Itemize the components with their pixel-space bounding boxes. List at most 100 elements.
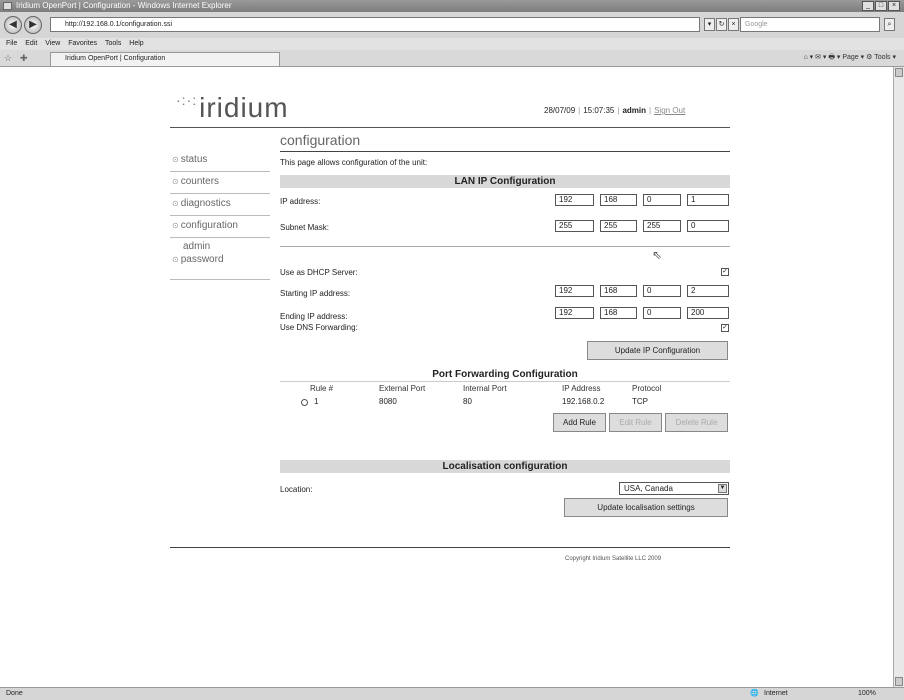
maximize-button[interactable]: □: [875, 1, 887, 11]
ip-address-label: IP address:: [280, 197, 321, 206]
menu-file[interactable]: File: [6, 40, 17, 47]
favorites-star-icon[interactable]: ☆: [4, 53, 12, 64]
sidebar-item-counters[interactable]: ⊙ counters: [170, 172, 270, 194]
session-date: 28/07/09: [544, 106, 576, 115]
add-rule-button[interactable]: Add Rule: [553, 413, 606, 432]
end-ip-octet-3[interactable]: 0: [643, 307, 681, 319]
sidebar-item-admin-password[interactable]: admin ⊙ password: [170, 238, 270, 280]
lan-divider: [280, 246, 730, 247]
start-ip-label: Starting IP address:: [280, 289, 351, 298]
bullet-icon: ⊙: [172, 221, 179, 230]
search-icon[interactable]: ⌕: [884, 18, 895, 31]
col-rule: Rule #: [310, 384, 334, 393]
update-localisation-button[interactable]: Update localisation settings: [564, 498, 728, 517]
window-title: Iridium OpenPort | Configuration - Windo…: [16, 1, 232, 10]
zoom-level[interactable]: 100%: [858, 688, 876, 700]
session-info: 28/07/09 | 15:07:35 | admin | Sign Out: [544, 106, 686, 115]
tab-configuration[interactable]: Iridium OpenPort | Configuration: [50, 52, 280, 66]
end-ip-octet-1[interactable]: 192: [555, 307, 594, 319]
col-protocol: Protocol: [632, 384, 662, 393]
scroll-down-icon[interactable]: [895, 677, 903, 686]
mask-octet-4[interactable]: 0: [687, 220, 729, 232]
cell-external-port: 8080: [379, 397, 397, 406]
cell-protocol: TCP: [632, 397, 648, 406]
mask-octet-3[interactable]: 255: [643, 220, 681, 232]
end-ip-octet-4[interactable]: 200: [687, 307, 729, 319]
rule-select-radio[interactable]: [301, 399, 308, 406]
location-label: Location:: [280, 485, 313, 494]
cell-rule: 1: [314, 397, 319, 406]
ip-octet-2[interactable]: 168: [600, 194, 637, 206]
close-window-button[interactable]: ×: [888, 1, 900, 11]
stop-icon[interactable]: ×: [728, 18, 739, 31]
edit-rule-button[interactable]: Edit Rule: [609, 413, 662, 432]
start-ip-octet-4[interactable]: 2: [687, 285, 729, 297]
session-time: 15:07:35: [583, 106, 615, 115]
mouse-cursor-icon: ⇖: [652, 248, 663, 262]
dhcp-checkbox[interactable]: ✓: [721, 268, 729, 276]
refresh-icon[interactable]: ↻: [716, 18, 727, 31]
menu-view[interactable]: View: [45, 40, 60, 47]
command-bar[interactable]: ⌂ ▾ ✉ ▾ 🖶 ▾ Page ▾ ⚙ Tools ▾: [803, 53, 896, 64]
start-ip-octet-1[interactable]: 192: [555, 285, 594, 297]
status-text: Done: [6, 690, 23, 697]
mask-octet-1[interactable]: 255: [555, 220, 594, 232]
start-ip-octet-3[interactable]: 0: [643, 285, 681, 297]
location-select[interactable]: USA, Canada ▼: [619, 482, 729, 495]
minimize-button[interactable]: _: [862, 1, 874, 11]
window-title-bar: Iridium OpenPort | Configuration - Windo…: [0, 0, 904, 12]
dns-forwarding-label: Use DNS Forwarding:: [280, 323, 358, 332]
end-ip-octet-2[interactable]: 168: [600, 307, 637, 319]
sidebar-nav: ⊙ status ⊙ counters ⊙ diagnostics ⊙ configur…: [170, 150, 270, 280]
start-ip-octet-2[interactable]: 168: [600, 285, 637, 297]
subnet-mask-label: Subnet Mask:: [280, 223, 329, 232]
ie-app-icon: [3, 2, 12, 10]
status-bar: Done 🌐 Internet 100%: [0, 687, 904, 700]
bullet-icon: ⊙: [172, 255, 179, 264]
ip-octet-3[interactable]: 0: [643, 194, 681, 206]
add-favorites-icon[interactable]: ✚: [20, 53, 28, 64]
lan-ip-heading: LAN IP Configuration: [280, 175, 730, 188]
tab-bar: ☆ ✚ Iridium OpenPort | Configuration ⌂ ▾…: [0, 50, 904, 67]
vertical-scrollbar[interactable]: [893, 67, 904, 687]
cell-internal-port: 80: [463, 397, 472, 406]
sidebar-item-diagnostics[interactable]: ⊙ diagnostics: [170, 194, 270, 216]
end-ip-label: Ending IP address:: [280, 312, 348, 321]
menu-tools[interactable]: Tools: [105, 40, 121, 47]
delete-rule-button[interactable]: Delete Rule: [665, 413, 728, 432]
chevron-down-icon[interactable]: ▼: [718, 484, 727, 493]
sign-out-link[interactable]: Sign Out: [654, 106, 685, 115]
menu-help[interactable]: Help: [129, 40, 143, 47]
footer-divider: [170, 547, 730, 548]
scroll-up-icon[interactable]: [895, 68, 903, 77]
search-input[interactable]: Google: [740, 17, 880, 32]
mask-octet-2[interactable]: 255: [600, 220, 637, 232]
logo-dots-icon: ·:·:: [176, 92, 198, 108]
url-input[interactable]: http://192.168.0.1/configuration.ssi: [50, 17, 700, 32]
address-bar-row: ◀ ▶ http://192.168.0.1/configuration.ssi…: [0, 12, 904, 38]
col-ip-address: IP Address: [562, 384, 601, 393]
dns-forwarding-checkbox[interactable]: ✓: [721, 324, 729, 332]
menu-edit[interactable]: Edit: [25, 40, 37, 47]
url-dropdown-icon[interactable]: ▾: [704, 18, 715, 31]
col-external-port: External Port: [379, 384, 426, 393]
title-divider: [280, 151, 730, 152]
internet-zone-icon: 🌐: [750, 690, 759, 697]
forward-button[interactable]: ▶: [24, 16, 42, 34]
ip-octet-1[interactable]: 192: [555, 194, 594, 206]
header-divider: [170, 127, 730, 128]
sidebar-item-configuration[interactable]: ⊙ configuration: [170, 216, 270, 238]
update-ip-button[interactable]: Update IP Configuration: [587, 341, 728, 360]
localisation-heading: Localisation configuration: [280, 460, 730, 473]
ip-octet-4[interactable]: 1: [687, 194, 729, 206]
logo-text: iridium: [199, 92, 289, 123]
security-zone: Internet: [764, 690, 788, 697]
menu-favorites[interactable]: Favorites: [68, 40, 97, 47]
back-button[interactable]: ◀: [4, 16, 22, 34]
bullet-icon: ⊙: [172, 155, 179, 164]
page-title: configuration: [280, 132, 361, 148]
iridium-logo: ·:·:iridium: [176, 92, 289, 124]
page-intro: This page allows configuration of the un…: [280, 158, 428, 167]
bullet-icon: ⊙: [172, 199, 179, 208]
sidebar-item-status[interactable]: ⊙ status: [170, 150, 270, 172]
